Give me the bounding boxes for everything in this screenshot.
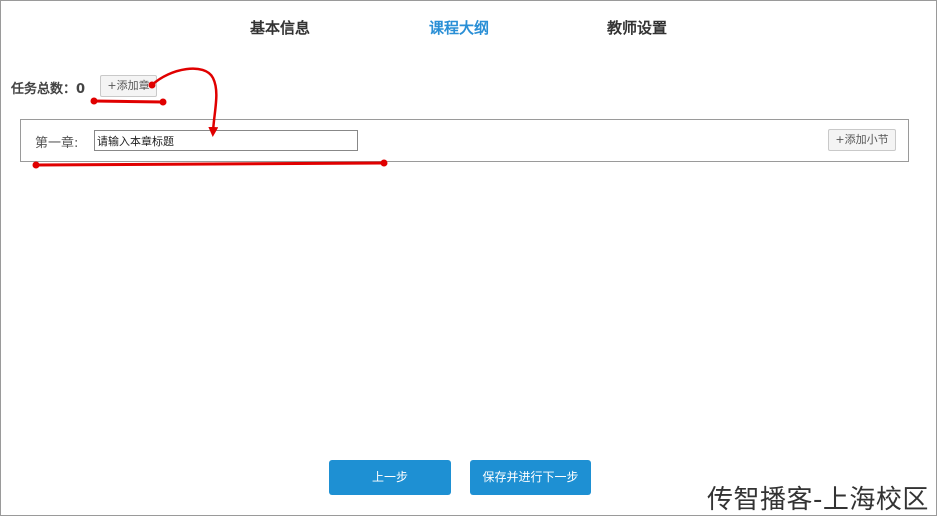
tab-basic-info[interactable]: 基本信息 [250,17,310,38]
prev-step-button[interactable]: 上一步 [329,460,451,495]
add-chapter-button[interactable]: +添加章 [100,75,157,97]
chapter-title-input[interactable] [94,130,358,151]
step-tabs: 基本信息 课程大纲 教师设置 [1,17,936,41]
course-editor-panel: 基本信息 课程大纲 教师设置 任务总数：0 +添加章 第一章: +添加小节 上一… [0,0,937,516]
task-total-label: 任务总数： [11,82,77,97]
task-total-value: 0 [76,82,86,97]
tab-teacher-settings[interactable]: 教师设置 [607,17,667,38]
add-section-button[interactable]: +添加小节 [828,129,896,151]
save-and-next-button[interactable]: 保存并进行下一步 [470,460,591,495]
tab-course-outline[interactable]: 课程大纲 [429,17,489,38]
watermark-text: 传智播客-上海校区 [707,485,929,515]
chapter-label: 第一章: [35,136,79,151]
chapter-row: 第一章: +添加小节 [20,119,909,162]
task-total: 任务总数：0 [11,78,85,97]
